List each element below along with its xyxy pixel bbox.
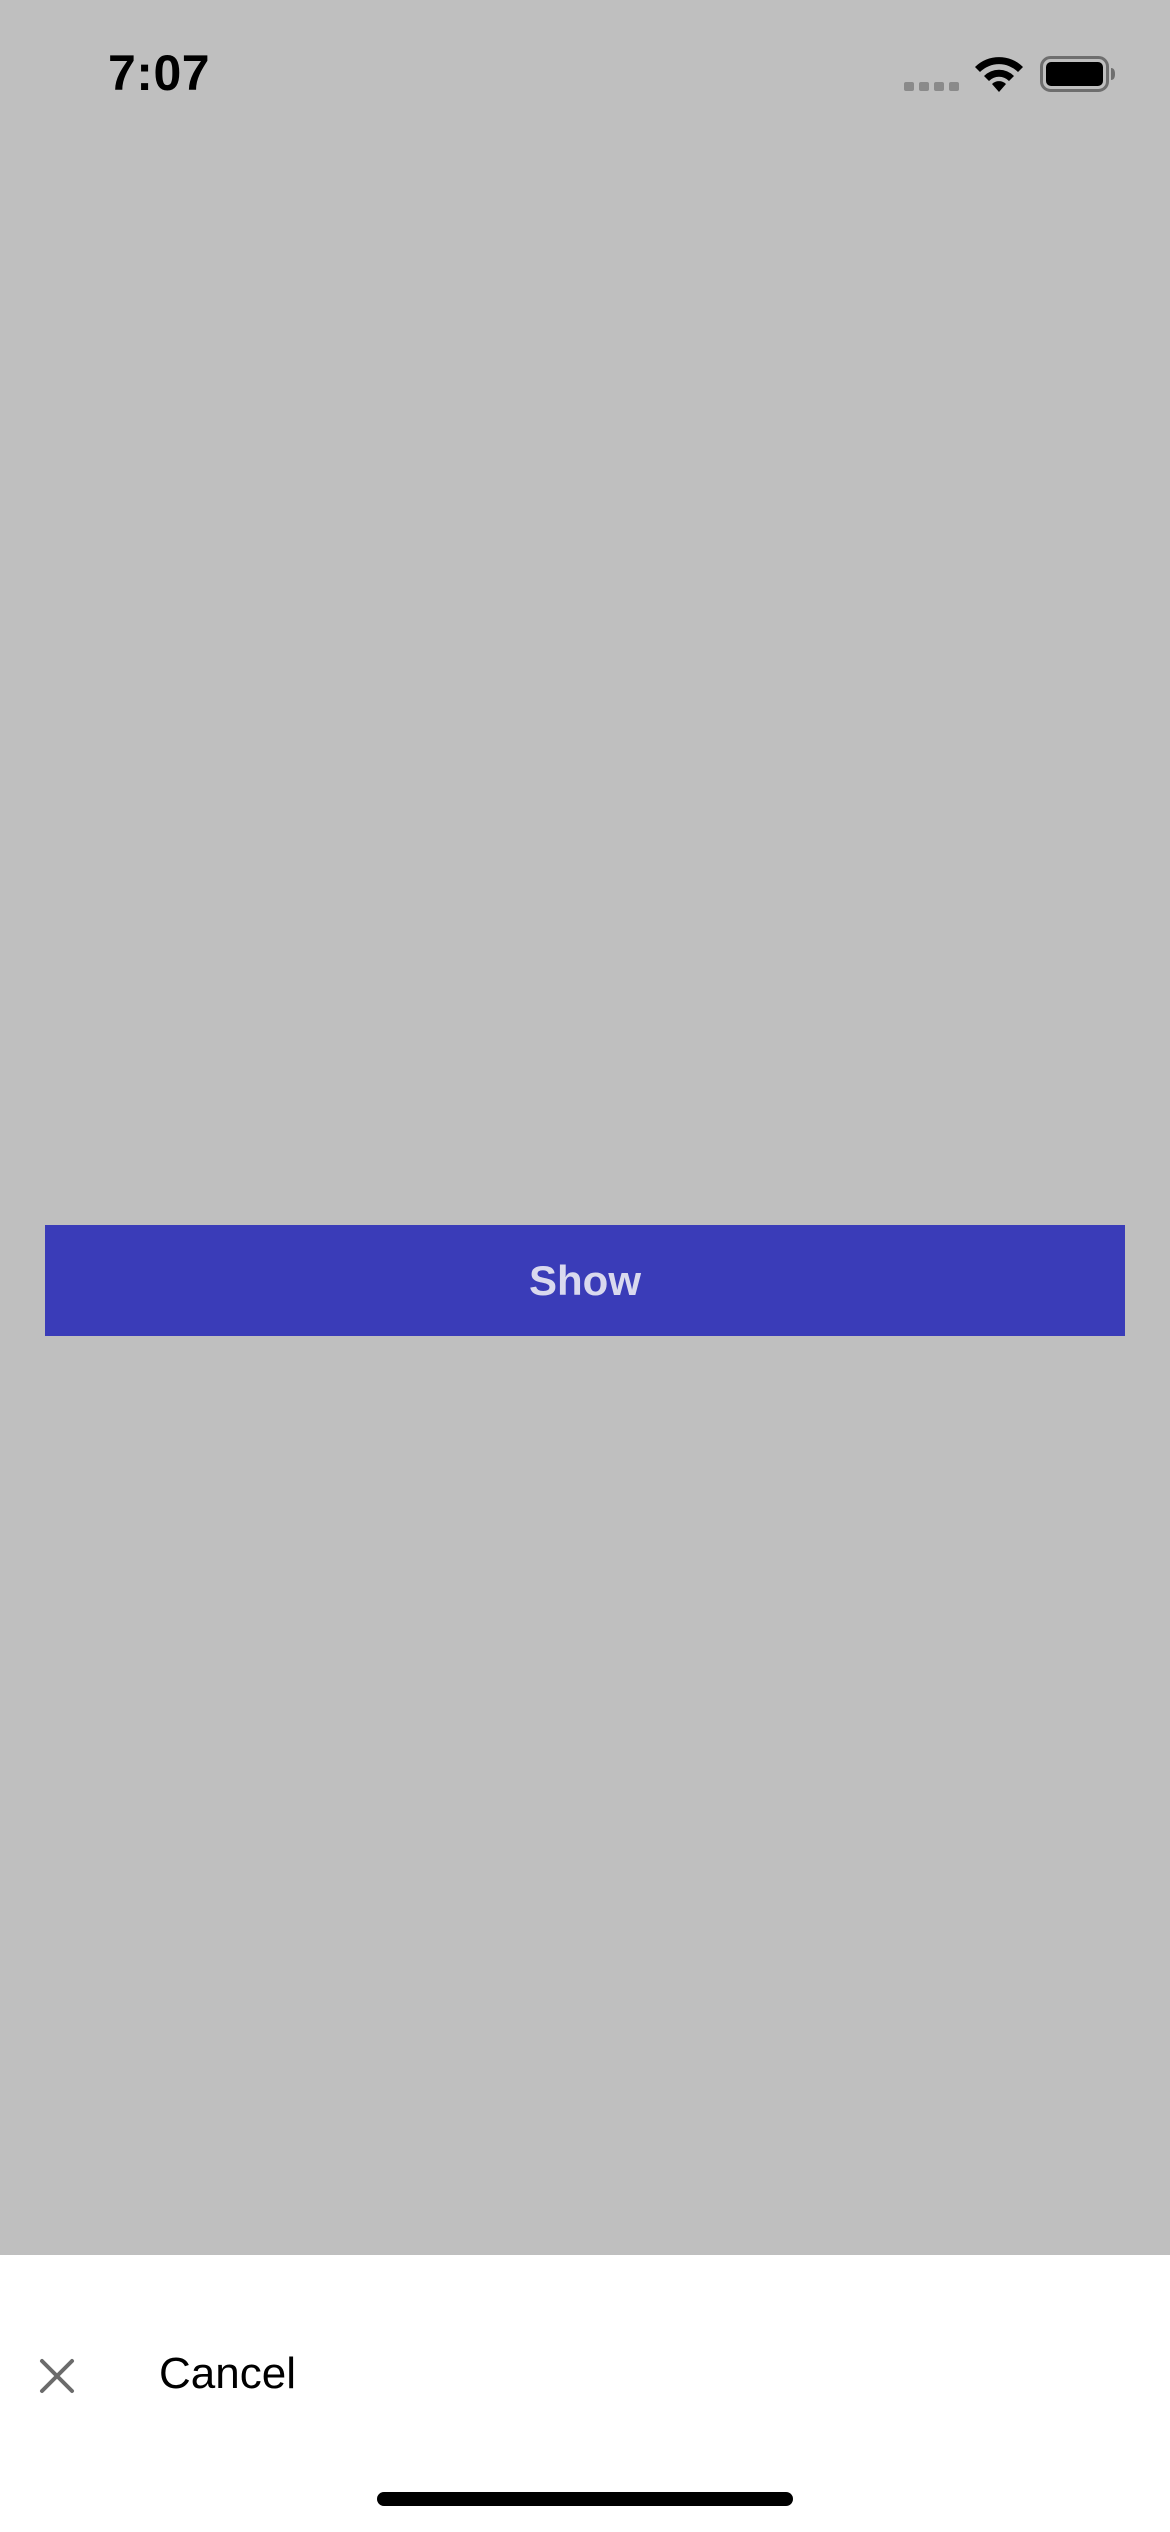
show-button[interactable]: Show (45, 1225, 1125, 1336)
status-bar: 7:07 (0, 0, 1170, 150)
bottom-sheet: Cancel (0, 2255, 1170, 2532)
cellular-signal-icon (904, 82, 959, 91)
screen: 7:07 Show Cancel (0, 0, 1170, 2532)
home-indicator[interactable] (377, 2492, 793, 2506)
cancel-row[interactable]: Cancel (0, 2307, 1170, 2443)
close-icon (40, 2359, 74, 2393)
status-time: 7:07 (108, 45, 211, 101)
cancel-label: Cancel (159, 2349, 296, 2398)
wifi-icon (975, 57, 1023, 92)
battery-icon (1040, 56, 1115, 92)
